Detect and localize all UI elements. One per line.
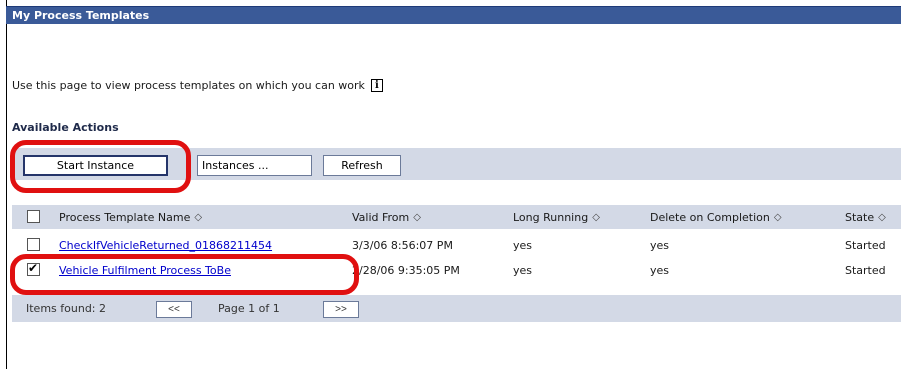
- state-value: Started: [845, 264, 886, 277]
- available-actions-heading: Available Actions: [12, 121, 119, 134]
- column-header-name[interactable]: Process Template Name ◇: [59, 211, 202, 224]
- refresh-button[interactable]: Refresh: [323, 155, 401, 176]
- description-text: Use this page to view process templates …: [12, 79, 365, 92]
- row-checkbox[interactable]: [27, 238, 40, 251]
- valid-from-value: 2/28/06 9:35:05 PM: [352, 264, 460, 277]
- column-label: Long Running: [513, 211, 589, 224]
- sort-icon[interactable]: ◇: [194, 212, 202, 223]
- page-description: Use this page to view process templates …: [12, 79, 383, 92]
- column-label: Process Template Name: [59, 211, 191, 224]
- column-label: Delete on Completion: [650, 211, 770, 224]
- table-row: Vehicle Fulfilment Process ToBe 2/28/06 …: [12, 261, 901, 283]
- long-running-value: yes: [513, 239, 533, 252]
- column-label: State: [845, 211, 875, 224]
- sort-icon[interactable]: ◇: [878, 212, 886, 223]
- delete-on-completion-value: yes: [650, 239, 670, 252]
- valid-from-value: 3/3/06 8:56:07 PM: [352, 239, 453, 252]
- previous-page-button[interactable]: <<: [156, 301, 192, 318]
- column-header-long-running[interactable]: Long Running ◇: [513, 211, 600, 224]
- sort-icon[interactable]: ◇: [592, 212, 600, 223]
- page-indicator: Page 1 of 1: [218, 302, 280, 315]
- pager-bar: Items found: 2 Page 1 of 1: [12, 295, 901, 322]
- instances-button[interactable]: Instances ...: [197, 155, 312, 176]
- table-row: CheckIfVehicleReturned_01868211454 3/3/0…: [12, 236, 901, 258]
- column-header-delete-on-completion[interactable]: Delete on Completion ◇: [650, 211, 782, 224]
- template-name-link[interactable]: Vehicle Fulfilment Process ToBe: [59, 264, 231, 277]
- column-label: Valid From: [352, 211, 410, 224]
- items-found-label: Items found: 2: [26, 302, 106, 315]
- next-page-button[interactable]: >>: [323, 301, 359, 318]
- portlet-title: My Process Templates: [6, 6, 901, 24]
- row-checkbox[interactable]: [27, 261, 40, 276]
- state-value: Started: [845, 239, 886, 252]
- column-header-valid-from[interactable]: Valid From ◇: [352, 211, 421, 224]
- column-header-state[interactable]: State ◇: [845, 211, 886, 224]
- template-name-link[interactable]: CheckIfVehicleReturned_01868211454: [59, 239, 272, 252]
- long-running-value: yes: [513, 264, 533, 277]
- start-instance-button[interactable]: Start Instance: [23, 155, 168, 176]
- info-icon[interactable]: i: [370, 79, 383, 92]
- sort-icon[interactable]: ◇: [774, 212, 782, 223]
- sort-icon[interactable]: ◇: [413, 212, 421, 223]
- delete-on-completion-value: yes: [650, 264, 670, 277]
- select-all-checkbox[interactable]: [27, 210, 40, 223]
